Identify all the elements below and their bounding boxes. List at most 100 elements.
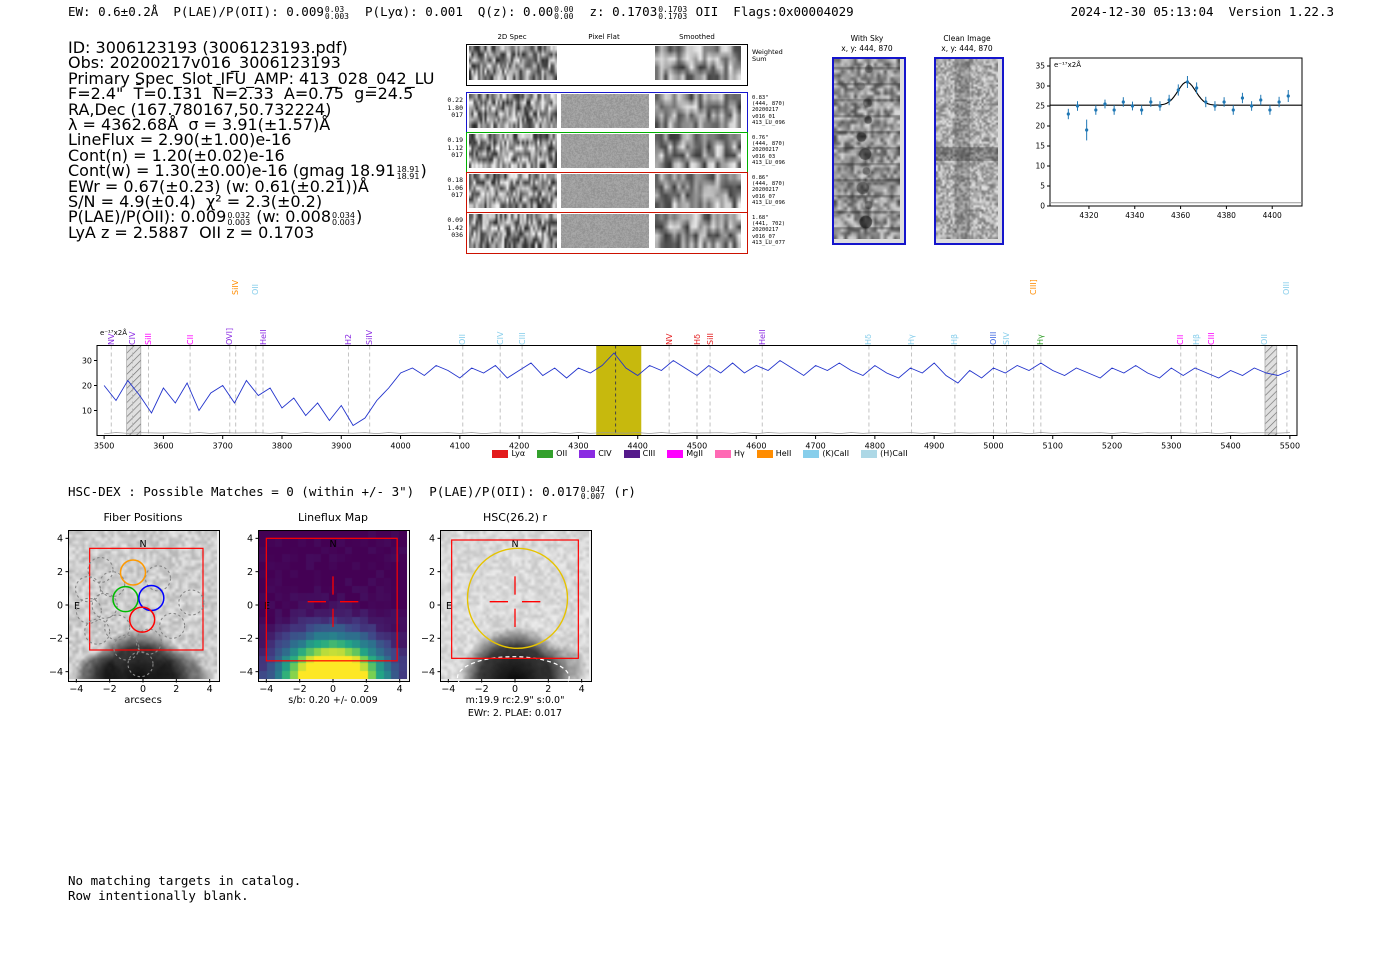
fiber-stat: 017 (451, 111, 463, 119)
cutout-row (466, 212, 748, 254)
legend-label: Lyα (511, 449, 526, 458)
svg-text:−2: −2 (293, 684, 307, 695)
uncertainty-stack: 0.1703 0.1703 (658, 5, 687, 20)
lineflux-map-title: Lineflux Map (297, 511, 369, 524)
uncertainty-stack: 0.034 0.003 (332, 211, 355, 226)
legend-label: (K)CaII (822, 449, 850, 458)
svg-text:2: 2 (363, 684, 369, 695)
legend-item-(K)CaII: (K)CaII (803, 449, 849, 458)
line-marker-HeII: HeII (757, 329, 767, 345)
cutout-row (466, 132, 748, 174)
svg-text:4: 4 (207, 684, 213, 695)
fiber-positions-panel: −4 −4 −2 −2 0 0 2 2 4 4 N E (49, 530, 220, 695)
line-marker-SIV: SIV (1001, 332, 1011, 345)
pixelflat-blank (561, 46, 649, 80)
cutout-strip-smooth (655, 174, 741, 208)
hsc-caption-magnitude: m:19.9 rc:2.9" s:0.0" (465, 695, 565, 706)
legend-swatch (537, 449, 554, 458)
hsc-caption-plae: EWr: 2. PLAE: 0.017 (467, 708, 563, 719)
full-spectrum-section: NV CIV SiII CII OVI] SiIV OII HeII H2 SiIV OII CIV C… (0, 266, 1400, 466)
legend-swatch (803, 449, 820, 458)
lower-uncertainty: 0.003 (324, 12, 349, 21)
fiber-meta: 413_LU_077 (752, 239, 786, 246)
line-marker-H2: H2 (343, 333, 353, 345)
line-marker-SiIV: SiIV (231, 279, 241, 295)
svg-text:2: 2 (247, 567, 253, 578)
line-marker-Hγ: Hγ (1036, 334, 1046, 345)
hsc-panel-title: HSC(26.2) r (482, 511, 548, 524)
legend-label: Hγ (733, 449, 745, 458)
uncertainty-stack: 18.91 18.91 (397, 165, 420, 180)
lower-uncertainty: 0.00 (554, 12, 574, 21)
weighted-sum-label: Weighted Sum (752, 48, 783, 63)
fiber-positions-title: Fiber Positions (103, 511, 183, 524)
text-segment: P(Lyα): 0.001 Q(z): 0.00 (349, 4, 554, 19)
flux-unit-label: e⁻¹⁷x2Å (100, 329, 127, 337)
clean-image-title: Clean Image (943, 34, 991, 43)
svg-text:2: 2 (173, 684, 179, 695)
cutout-row (466, 44, 748, 86)
cutout-strip-smooth (655, 134, 741, 168)
text-segment: ) (355, 207, 363, 227)
text-segment: HSC-DEX : Possible Matches = 0 (within +… (68, 484, 580, 499)
line-marker-CIII: CIII (517, 332, 527, 345)
lower-uncertainty: 0.007 (580, 492, 605, 501)
svg-text:−2: −2 (49, 634, 63, 645)
line-marker-OVI]: OVI] (225, 327, 235, 345)
with-sky-coords: x, y: 444, 870 (841, 44, 893, 53)
line-marker-CIII: CIII (1207, 332, 1217, 345)
line-marker-OII: OII (458, 333, 468, 345)
legend-item-MgII: MgII (667, 449, 703, 458)
cutout-strip-smooth (655, 214, 741, 248)
cutout-strip-noisy (469, 134, 557, 168)
line-marker-OII: OII (1260, 333, 1270, 345)
svg-text:2: 2 (429, 567, 435, 578)
line-marker-CIV: CIV (495, 331, 505, 345)
svg-text:20: 20 (82, 381, 92, 390)
header-meta: 2024-12-30 05:13:04 Version 1.22.3 (1071, 4, 1334, 19)
svg-text:2: 2 (57, 567, 63, 578)
legend-label: OII (556, 449, 568, 458)
svg-text:−4: −4 (239, 667, 253, 678)
cutout-fiber-stats: 0.18 1.06 017 (430, 176, 463, 200)
report-version: Version 1.22.3 (1228, 4, 1334, 19)
svg-text:e⁻¹⁷x2Å: e⁻¹⁷x2Å (1054, 60, 1081, 69)
legend-item-CIV: CIV (579, 449, 612, 458)
svg-text:10: 10 (1035, 162, 1045, 171)
legend-swatch (492, 449, 509, 458)
cutout-strip-flat (561, 214, 649, 248)
cutout-fiber-stats: 0.19 1.12 017 (430, 136, 463, 160)
line-marker-OIII: OIII (988, 331, 998, 345)
cutout-fiber-stats: 0.09 1.42 036 (430, 216, 463, 240)
uncertainty-stack: 0.00 0.00 (554, 5, 574, 21)
svg-text:0: 0 (57, 600, 63, 611)
legend-swatch (623, 449, 640, 458)
column-header-smoothed: Smoothed (679, 33, 715, 41)
with-sky-image-panel (832, 57, 906, 245)
text-segment: OII Flags:0x00004029 (688, 4, 854, 19)
footer-line: Row intentionally blank. (68, 888, 249, 903)
svg-text:35: 35 (1035, 62, 1045, 71)
cutout-strip-noisy (469, 46, 557, 80)
svg-text:15: 15 (1035, 142, 1045, 151)
svg-text:4400: 4400 (1263, 211, 1282, 220)
footer-line: No matching targets in catalog. (68, 873, 302, 888)
lineflux-caption: s/b: 0.20 +/- 0.009 (288, 695, 378, 706)
legend-item-Lyα: Lyα (492, 449, 525, 458)
lmp-image (259, 531, 407, 679)
cutout-fiber-meta: 1.68" (441, 702) 20200217 v016_07 413_LU_077 (752, 215, 822, 246)
column-header-2dspec: 2D Spec (497, 33, 527, 41)
line-marker-SiII: SiII (705, 332, 715, 345)
with-sky-title: With Sky (850, 34, 884, 43)
hsc-match-line: HSC-DEX : Possible Matches = 0 (within +… (68, 484, 636, 501)
cutout-strip-smooth (655, 46, 741, 80)
svg-text:−4: −4 (441, 684, 455, 695)
fiber-meta: 413_LU_096 (752, 159, 786, 166)
line-marker-Hδ: Hδ (692, 334, 702, 345)
svg-text:20: 20 (1035, 122, 1045, 131)
fiber-positions-xlabel: arcsecs (124, 695, 162, 706)
line-marker-NV: NV (664, 333, 674, 345)
cutout-strip-flat (561, 174, 649, 208)
svg-text:0: 0 (512, 684, 518, 695)
fp-image (69, 531, 217, 679)
